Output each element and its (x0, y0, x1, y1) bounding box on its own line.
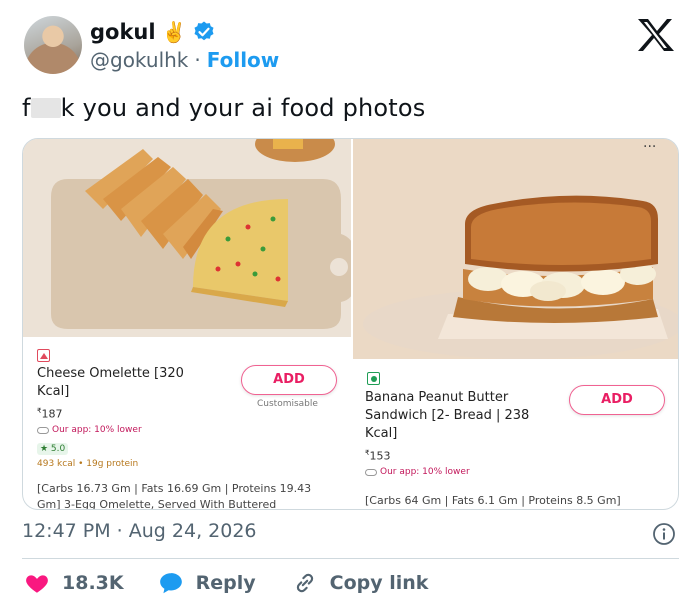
tweet-text: f k you and your ai food photos (22, 94, 426, 122)
right-offer: Our app: 10% lower (365, 467, 470, 477)
divider-line (22, 558, 679, 559)
tweet-text-end: k you and your ai food photos (60, 94, 426, 122)
veg-icon (367, 372, 380, 385)
left-add-button[interactable]: ADD (241, 365, 337, 395)
reply-button[interactable]: Reply (158, 570, 256, 596)
handle-separator: · (194, 48, 201, 72)
omelette-illustration (23, 139, 358, 337)
left-kcal: 493 kcal • 19g protein (37, 459, 139, 469)
non-veg-icon (37, 349, 50, 362)
omelette-photo (23, 139, 358, 337)
copy-link-button[interactable]: Copy link (292, 570, 429, 596)
tweet-media[interactable]: Cheese Omelette [320 Kcal] ADD Customisa… (22, 138, 679, 510)
user-name-row: gokul ✌️ (90, 20, 216, 44)
left-price: ₹187 (37, 407, 62, 421)
left-rating-badge: ★ 5.0 (37, 443, 69, 455)
app-logo-icon (365, 468, 377, 476)
right-price-value: 153 (369, 449, 391, 463)
app-logo-icon (37, 426, 49, 434)
left-macros-line1: [Carbs 16.73 Gm | Fats 16.69 Gm | Protei… (37, 482, 312, 495)
left-item-title: Cheese Omelette [320 Kcal] (37, 366, 184, 399)
link-icon (296, 573, 313, 593)
sandwich-photo (353, 139, 678, 359)
reply-bubble-icon (159, 573, 182, 594)
follow-button[interactable]: Follow (207, 48, 280, 72)
right-macros: [Carbs 64 Gm | Fats 6.1 Gm | Proteins 8.… (365, 494, 621, 507)
handle-row: @gokulhk · Follow (90, 48, 279, 72)
left-customisable-label: Customisable (257, 399, 318, 409)
left-offer: Our app: 10% lower (37, 425, 142, 435)
left-offer-text: Our app: 10% lower (52, 425, 142, 435)
like-count: 18.3K (62, 572, 124, 594)
media-panel-left[interactable]: Cheese Omelette [320 Kcal] ADD Customisa… (23, 139, 358, 510)
more-dots-icon: ··· (643, 139, 657, 155)
avatar[interactable] (24, 16, 82, 74)
media-panel-right[interactable]: Banana Peanut Butter Sandwich [2- Bread … (353, 139, 678, 509)
censor-blur (30, 98, 61, 118)
right-add-button[interactable]: ADD (569, 385, 665, 415)
copy-link-label: Copy link (329, 572, 429, 594)
tweet-text-start: f (22, 94, 31, 122)
user-handle[interactable]: @gokulhk (90, 48, 188, 72)
user-name[interactable]: gokul (90, 20, 156, 44)
left-macros-line2: Gm] 3-Egg Omelette, Served With Buttered (37, 498, 277, 510)
tweet-actions: 18.3K Reply Copy link (22, 570, 428, 596)
right-item-title: Banana Peanut Butter Sandwich [2- Bread … (365, 390, 530, 441)
left-macros: [Carbs 16.73 Gm | Fats 16.69 Gm | Protei… (37, 481, 347, 510)
x-logo-icon[interactable] (636, 18, 676, 52)
peace-emoji: ✌️ (161, 20, 187, 44)
like-button[interactable]: 18.3K (24, 570, 124, 596)
tweet-timestamp[interactable]: 12:47 PM · Aug 24, 2026 (22, 520, 257, 542)
right-price: ₹153 (365, 449, 390, 463)
reply-label: Reply (195, 572, 256, 594)
heart-icon (26, 575, 48, 593)
info-icon[interactable] (652, 522, 676, 546)
verified-badge-icon (194, 21, 214, 41)
right-offer-text: Our app: 10% lower (380, 467, 470, 477)
left-price-value: 187 (41, 407, 63, 421)
sandwich-illustration (353, 139, 678, 359)
